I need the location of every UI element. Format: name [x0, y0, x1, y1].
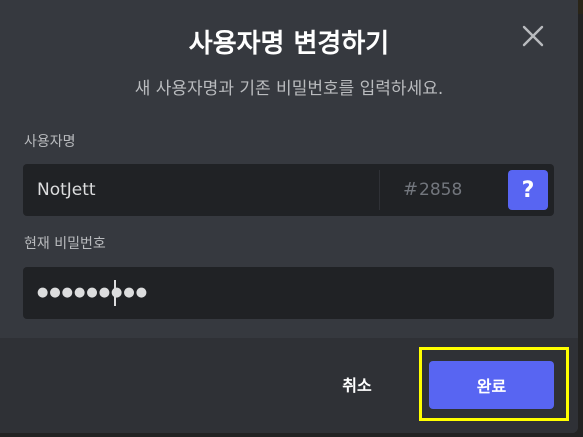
- change-username-dialog: 사용자명 변경하기 새 사용자명과 기존 비밀번호를 입력하세요. 사용자명 N…: [0, 0, 578, 433]
- dialog-footer: 취소 완료: [0, 338, 578, 433]
- username-field: NotJett # 2858 ?: [23, 164, 554, 216]
- text-caret: [114, 280, 116, 306]
- done-button[interactable]: 완료: [429, 361, 554, 409]
- field-divider: [379, 170, 380, 210]
- help-icon: ?: [521, 177, 535, 203]
- password-label: 현재 비밀번호: [24, 236, 106, 252]
- dialog-subtitle: 새 사용자명과 기존 비밀번호를 입력하세요.: [134, 79, 444, 99]
- discriminator-value: 2858: [419, 180, 463, 200]
- username-label: 사용자명: [24, 134, 76, 150]
- discriminator-help-button[interactable]: ?: [508, 170, 548, 210]
- password-field: ●●●●●●●●●: [23, 267, 554, 319]
- password-input[interactable]: ●●●●●●●●●: [37, 267, 148, 319]
- cancel-button[interactable]: 취소: [322, 361, 392, 407]
- username-input[interactable]: NotJett: [37, 164, 96, 216]
- discriminator-hash: #: [403, 179, 419, 200]
- dialog-title: 사용자명 변경하기: [188, 29, 390, 59]
